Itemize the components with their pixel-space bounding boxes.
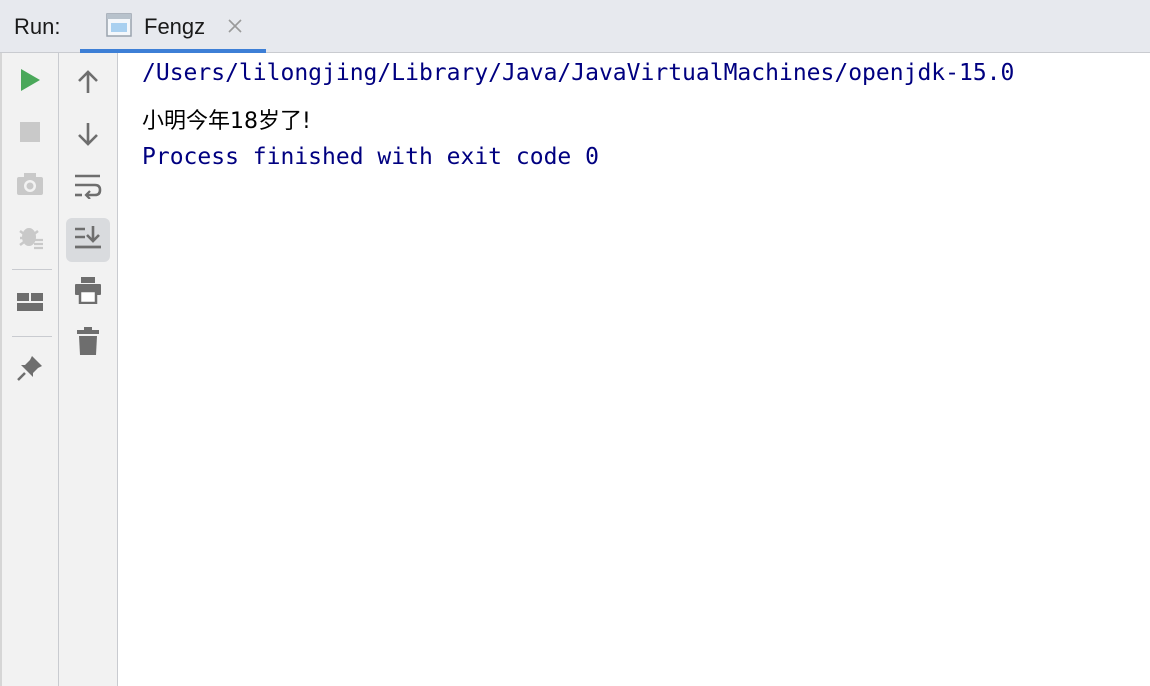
debug-icon bbox=[16, 222, 44, 255]
clear-all-button[interactable] bbox=[66, 321, 110, 365]
print-icon bbox=[74, 276, 102, 309]
toolbar-separator bbox=[12, 269, 52, 270]
stop-button[interactable] bbox=[8, 112, 52, 156]
debug-button[interactable] bbox=[8, 216, 52, 260]
run-tool-window-header: Run: Fengz bbox=[0, 0, 1150, 54]
layout-icon bbox=[17, 291, 43, 318]
window-icon bbox=[106, 13, 132, 42]
run-toolbar bbox=[0, 53, 59, 686]
console-toolbar bbox=[59, 53, 118, 686]
arrow-up-icon bbox=[77, 69, 99, 100]
dump-threads-button[interactable] bbox=[8, 164, 52, 208]
soft-wrap-icon bbox=[74, 173, 102, 204]
close-icon[interactable] bbox=[227, 18, 243, 39]
trash-icon bbox=[77, 326, 99, 360]
console-line-command: /Users/lilongjing/Library/Java/JavaVirtu… bbox=[142, 60, 1015, 86]
print-button[interactable] bbox=[66, 270, 110, 314]
arrow-down-icon bbox=[77, 121, 99, 152]
toolbar-separator bbox=[12, 336, 52, 337]
rerun-button[interactable] bbox=[8, 60, 52, 104]
tab-fengz[interactable]: Fengz bbox=[80, 0, 266, 54]
scroll-to-end-button[interactable] bbox=[66, 218, 110, 262]
pin-icon bbox=[16, 354, 44, 387]
pin-tab-button[interactable] bbox=[8, 348, 52, 392]
run-icon bbox=[19, 68, 41, 97]
camera-icon bbox=[16, 172, 44, 201]
soft-wrap-button[interactable] bbox=[66, 166, 110, 210]
console-line-output: 小明今年18岁了! bbox=[142, 109, 311, 134]
stop-icon bbox=[20, 121, 40, 147]
scroll-to-end-icon bbox=[74, 225, 102, 256]
up-button[interactable] bbox=[66, 62, 110, 106]
console-output[interactable]: /Users/lilongjing/Library/Java/JavaVirtu… bbox=[118, 53, 1150, 686]
layout-button[interactable] bbox=[8, 282, 52, 326]
run-label: Run: bbox=[14, 14, 61, 39]
down-button[interactable] bbox=[66, 114, 110, 158]
console-line-exit: Process finished with exit code 0 bbox=[142, 144, 599, 170]
tab-title: Fengz bbox=[144, 14, 206, 39]
